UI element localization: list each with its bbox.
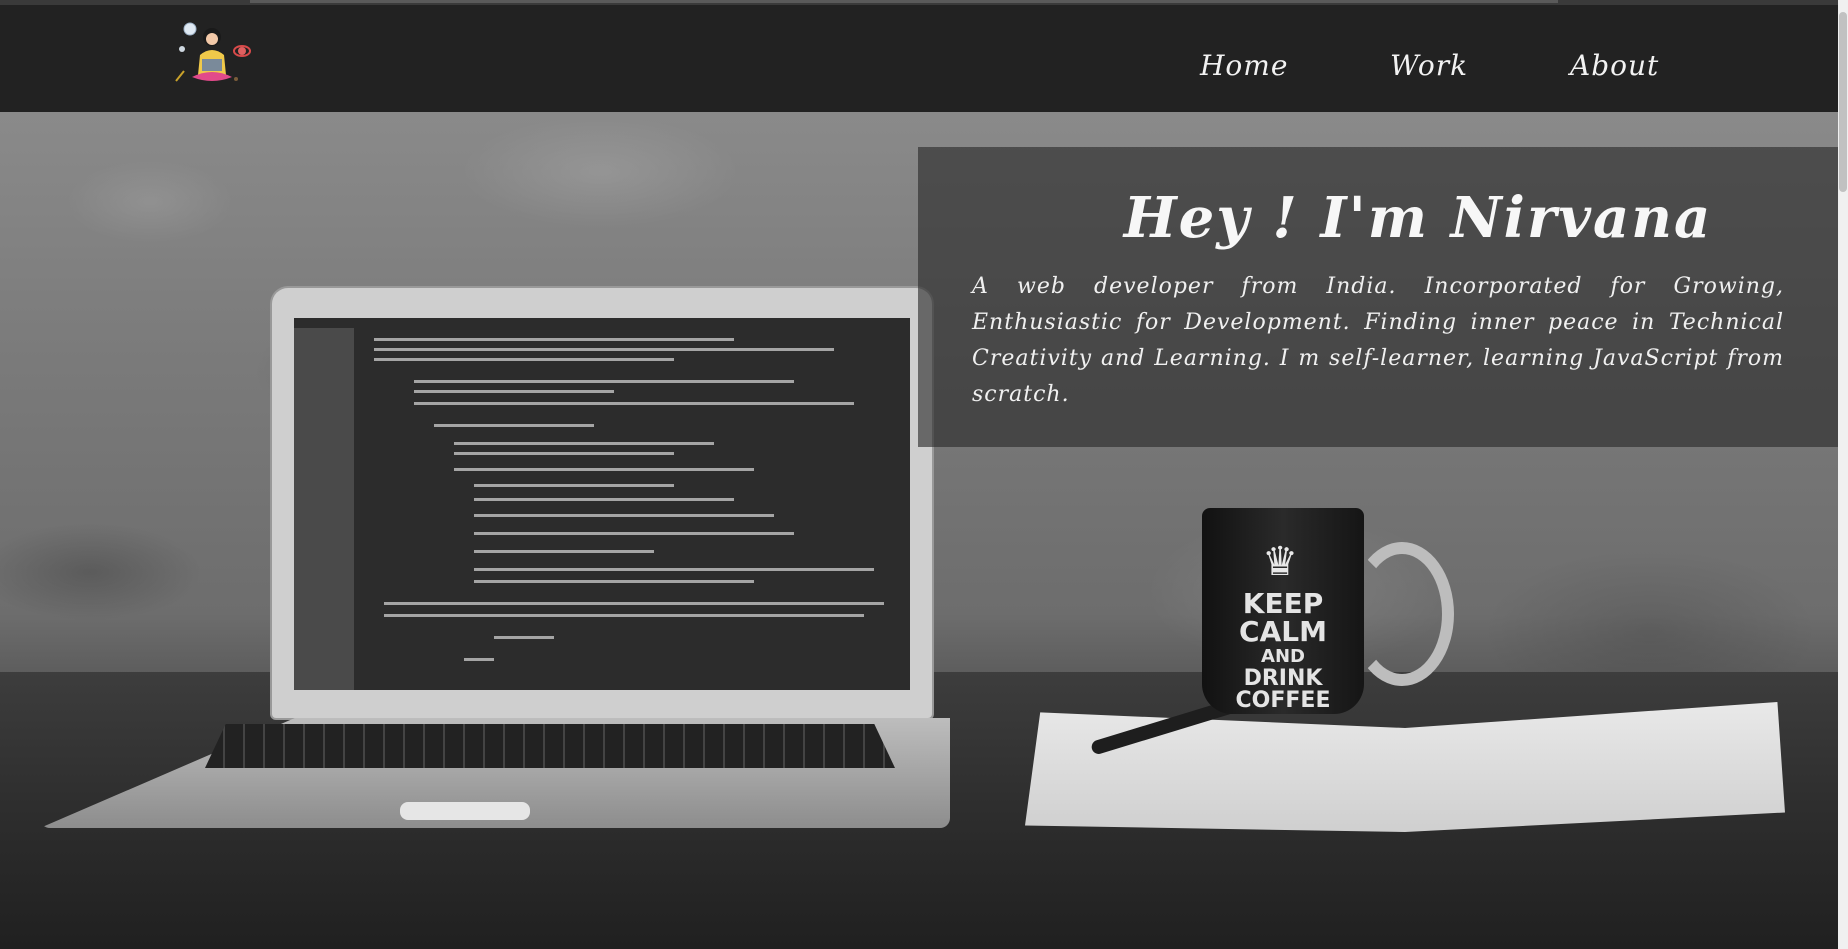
page: Home Work About ♛ KEEP CALM AND DRINK CO…	[0, 0, 1838, 949]
laptop-trackpad	[400, 802, 530, 820]
crown-icon: ♛	[1262, 539, 1298, 585]
top-border-highlight	[250, 0, 1558, 3]
logo-link[interactable]	[172, 21, 254, 91]
mug-text-drink: DRINK	[1243, 666, 1323, 691]
mug-slogan: KEEP CALM AND DRINK COFFEE	[1210, 590, 1356, 712]
hero-description: A web developer from India. Incorporated…	[972, 274, 1784, 407]
mug-handle	[1350, 542, 1454, 686]
navbar: Home Work About	[0, 5, 1838, 112]
hero-section: ♛ KEEP CALM AND DRINK COFFEE Hey ! I'm N…	[0, 112, 1838, 949]
laptop-keyboard	[205, 724, 895, 768]
intro-panel: Hey ! I'm Nirvana A web developer from I…	[918, 147, 1838, 447]
nav-link-work[interactable]: Work	[1390, 49, 1468, 82]
mug-text-keep: KEEP	[1242, 587, 1324, 620]
laptop-image	[272, 288, 932, 718]
hero-title: Hey ! I'm Nirvana	[1123, 185, 1713, 251]
mug-text-and: AND	[1261, 646, 1305, 667]
mug-text-calm: CALM	[1239, 615, 1327, 648]
mug-text-coffee: COFFEE	[1235, 688, 1331, 713]
nav-link-about[interactable]: About	[1570, 49, 1659, 82]
editor-sidebar	[294, 328, 354, 690]
nav-link-home[interactable]: Home	[1200, 49, 1288, 82]
girl-with-laptop-logo-icon	[175, 22, 251, 82]
scrollbar-thumb[interactable]	[1839, 12, 1847, 192]
page-scrollbar[interactable]	[1838, 0, 1848, 949]
code-editor-screen	[294, 318, 910, 690]
